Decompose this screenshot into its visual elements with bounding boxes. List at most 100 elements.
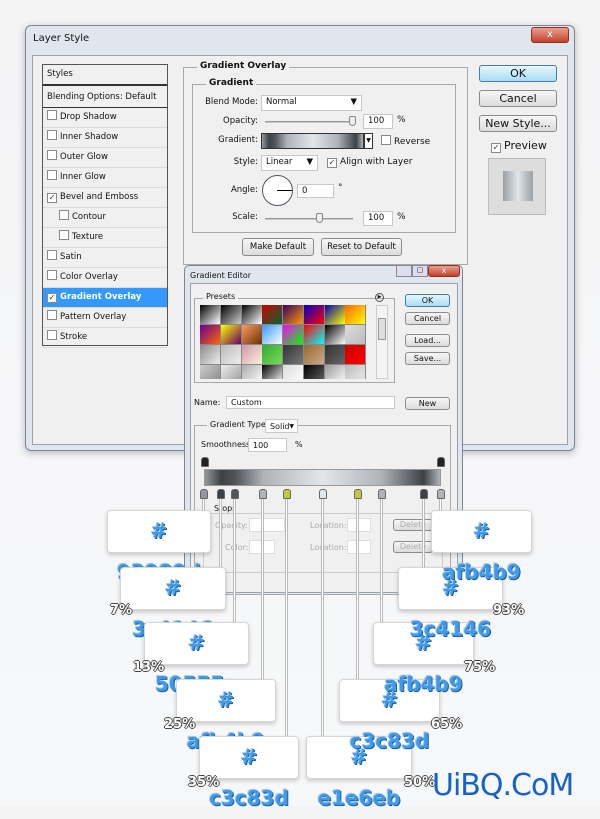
close-button[interactable]: x: [428, 265, 460, 277]
gradient-type-select[interactable]: Solid ▼: [265, 419, 298, 433]
preset-swatch[interactable]: [220, 325, 242, 345]
preset-swatch[interactable]: [220, 305, 242, 325]
preset-swatch[interactable]: [283, 305, 304, 325]
preset-swatch[interactable]: [303, 365, 325, 379]
opacity-stop-right[interactable]: [437, 457, 445, 467]
angle-input[interactable]: 0: [297, 184, 334, 198]
style-item-drop-shadow[interactable]: Drop Shadow: [43, 108, 167, 128]
preset-swatch[interactable]: [324, 345, 346, 365]
preset-swatch[interactable]: [262, 325, 284, 345]
preset-swatch[interactable]: [324, 325, 346, 345]
style-checkbox[interactable]: ✓: [47, 193, 57, 203]
preset-swatch[interactable]: [200, 325, 221, 345]
preset-swatch[interactable]: [262, 305, 284, 325]
style-item-color-overlay[interactable]: Color Overlay: [43, 268, 167, 288]
preset-swatch[interactable]: [303, 305, 325, 325]
close-button[interactable]: x: [531, 27, 569, 43]
opacity-stop-left[interactable]: [201, 457, 209, 467]
color-stop[interactable]: [200, 489, 208, 499]
name-input[interactable]: Custom: [226, 396, 395, 409]
smoothness-input[interactable]: 100: [248, 438, 287, 452]
blending-options[interactable]: Blending Options: Default: [43, 88, 167, 108]
opacity-slider[interactable]: [265, 121, 353, 123]
angle-dial[interactable]: [262, 175, 293, 206]
color-stop[interactable]: [318, 489, 327, 499]
preset-swatch[interactable]: [241, 345, 263, 365]
preset-swatch[interactable]: [241, 325, 263, 345]
presets-menu-icon[interactable]: ▶: [375, 293, 384, 302]
color-stop[interactable]: [230, 489, 239, 499]
style-checkbox[interactable]: [47, 110, 57, 120]
align-checkbox[interactable]: ✓: [327, 158, 337, 168]
style-item-outer-glow[interactable]: Outer Glow: [43, 148, 167, 168]
style-item-inner-shadow[interactable]: Inner Shadow: [43, 128, 167, 148]
gradient-swatch[interactable]: [261, 133, 364, 149]
preset-swatch[interactable]: [220, 365, 242, 379]
color-stop[interactable]: [377, 489, 386, 499]
style-checkbox[interactable]: [47, 330, 57, 340]
styles-header[interactable]: Styles: [43, 65, 167, 86]
opacity-slider-thumb[interactable]: [349, 116, 356, 126]
preset-swatch[interactable]: [303, 325, 325, 345]
style-checkbox[interactable]: [59, 230, 69, 240]
style-checkbox[interactable]: [47, 130, 57, 140]
maximize-button[interactable]: ▢: [412, 265, 428, 277]
color-stop[interactable]: [437, 489, 445, 499]
preset-swatch[interactable]: [241, 365, 263, 379]
preset-swatch[interactable]: [345, 325, 366, 345]
scale-slider[interactable]: [265, 218, 353, 220]
editor-cancel-button[interactable]: Cancel: [405, 312, 450, 325]
style-item-inner-glow[interactable]: Inner Glow: [43, 168, 167, 188]
reset-default-button[interactable]: Reset to Default: [321, 238, 402, 256]
style-checkbox[interactable]: [59, 210, 69, 220]
preset-swatch[interactable]: [345, 305, 366, 325]
preset-swatch[interactable]: [241, 305, 263, 325]
style-item-satin[interactable]: Satin: [43, 248, 167, 268]
style-item-bevel-and-emboss[interactable]: ✓ Bevel and Emboss: [43, 188, 167, 208]
style-item-contour[interactable]: Contour: [43, 208, 167, 228]
color-stop[interactable]: [259, 489, 268, 499]
preset-swatch[interactable]: [283, 365, 304, 379]
save-button[interactable]: Save...: [405, 352, 450, 365]
opacity-input[interactable]: 100: [363, 114, 393, 129]
style-item-texture[interactable]: Texture: [43, 228, 167, 248]
blend-mode-select[interactable]: Normal ▼: [261, 95, 362, 111]
minimize-button[interactable]: [396, 265, 412, 277]
scale-input[interactable]: 100: [363, 211, 393, 226]
preset-swatch[interactable]: [345, 345, 366, 365]
scale-slider-thumb[interactable]: [316, 213, 323, 223]
color-stop[interactable]: [216, 489, 225, 499]
cancel-button[interactable]: Cancel: [479, 90, 557, 107]
make-default-button[interactable]: Make Default: [242, 238, 314, 256]
color-stop[interactable]: [420, 489, 429, 499]
style-checkbox[interactable]: [47, 150, 57, 160]
editor-ok-button[interactable]: OK: [405, 294, 450, 307]
stop-opacity-input[interactable]: [249, 518, 285, 532]
preset-swatch[interactable]: [200, 365, 221, 379]
preset-swatch[interactable]: [200, 305, 221, 325]
style-checkbox[interactable]: [47, 250, 57, 260]
preset-swatch[interactable]: [324, 305, 346, 325]
preset-swatch[interactable]: [262, 365, 284, 379]
style-checkbox[interactable]: [47, 270, 57, 280]
preset-swatch[interactable]: [262, 345, 284, 365]
presets-scrollbar[interactable]: [376, 305, 388, 379]
delete-opacity-button[interactable]: Delete: [393, 519, 433, 531]
preset-swatch[interactable]: [283, 325, 304, 345]
color-stop[interactable]: [354, 489, 363, 499]
preset-swatch[interactable]: [283, 345, 304, 365]
style-select[interactable]: Linear ▼: [261, 155, 318, 171]
new-style-button[interactable]: New Style...: [479, 115, 557, 132]
style-checkbox[interactable]: [47, 310, 57, 320]
style-checkbox[interactable]: ✓: [47, 293, 57, 303]
reverse-checkbox[interactable]: [381, 135, 391, 145]
style-checkbox[interactable]: [47, 170, 57, 180]
ok-button[interactable]: OK: [479, 65, 557, 82]
preset-swatch[interactable]: [200, 345, 221, 365]
preview-checkbox[interactable]: ✓: [491, 143, 501, 153]
preset-swatch[interactable]: [220, 345, 242, 365]
preset-swatch[interactable]: [303, 345, 325, 365]
style-item-pattern-overlay[interactable]: Pattern Overlay: [43, 308, 167, 328]
style-item-gradient-overlay[interactable]: ✓ Gradient Overlay: [43, 288, 167, 308]
gradient-bar[interactable]: [204, 469, 441, 486]
